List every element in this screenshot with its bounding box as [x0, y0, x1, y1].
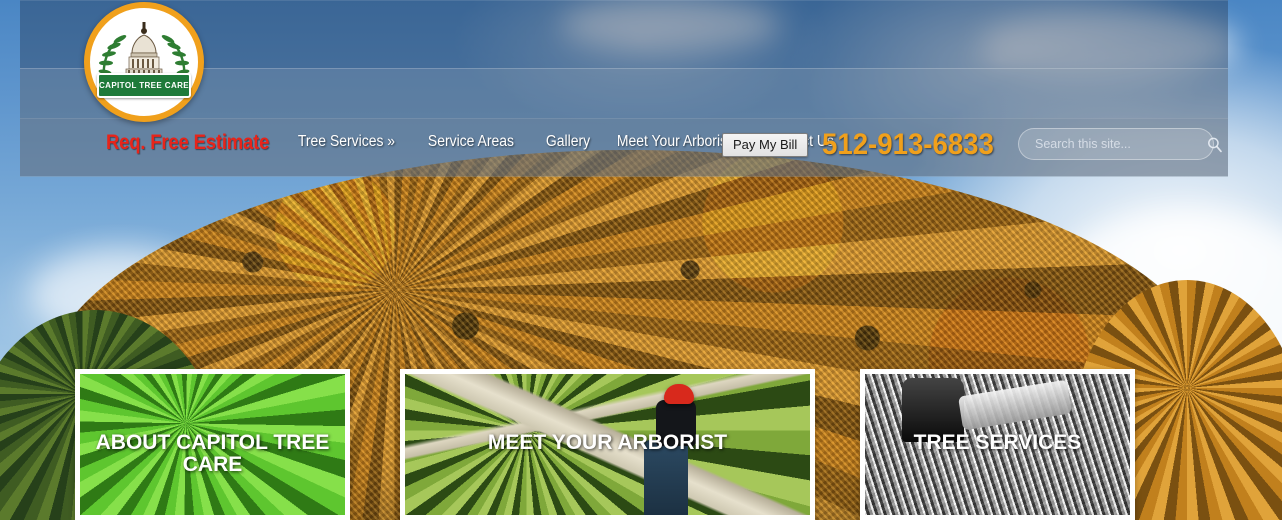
card-title: ABOUT CAPITOL TREE CARE — [95, 431, 330, 477]
card-tree-services[interactable]: TREE SERVICES — [860, 369, 1135, 520]
phone-number-link[interactable]: 512-913-6833 — [822, 128, 994, 162]
card-about-capitol-tree-care[interactable]: ABOUT CAPITOL TREE CARE — [75, 369, 350, 520]
site-search-box[interactable] — [1018, 128, 1222, 160]
nav-service-areas[interactable]: Service Areas — [418, 133, 524, 151]
pay-my-bill-button[interactable]: Pay My Bill — [722, 133, 809, 157]
search-icon[interactable] — [1206, 129, 1223, 159]
hero-page: CAPITOL TREE CARE Req. Free Estimate Tre… — [0, 0, 1282, 520]
logo-artwork: CAPITOL TREE CARE — [90, 8, 198, 116]
nav-tree-services[interactable]: Tree Services » — [288, 133, 405, 151]
nav-meet-your-arborist[interactable]: Meet Your Arborist — [607, 133, 741, 151]
chainsaw-icon — [958, 379, 1073, 431]
card-title: TREE SERVICES — [913, 431, 1082, 454]
site-logo[interactable]: CAPITOL TREE CARE — [84, 2, 204, 122]
feature-cards-row: ABOUT CAPITOL TREE CARE MEET YOUR ARBORI… — [0, 369, 1282, 520]
nav-gallery[interactable]: Gallery — [536, 133, 600, 151]
logo-name-banner: CAPITOL TREE CARE — [97, 73, 191, 98]
card-title: MEET YOUR ARBORIST — [487, 431, 728, 454]
card-meet-your-arborist[interactable]: MEET YOUR ARBORIST — [400, 369, 815, 520]
search-input[interactable] — [1019, 137, 1206, 151]
request-free-estimate-link[interactable]: Req. Free Estimate — [106, 131, 269, 155]
logo-brand-text: CAPITOL TREE CARE — [98, 81, 190, 90]
arborist-helmet — [664, 384, 695, 404]
